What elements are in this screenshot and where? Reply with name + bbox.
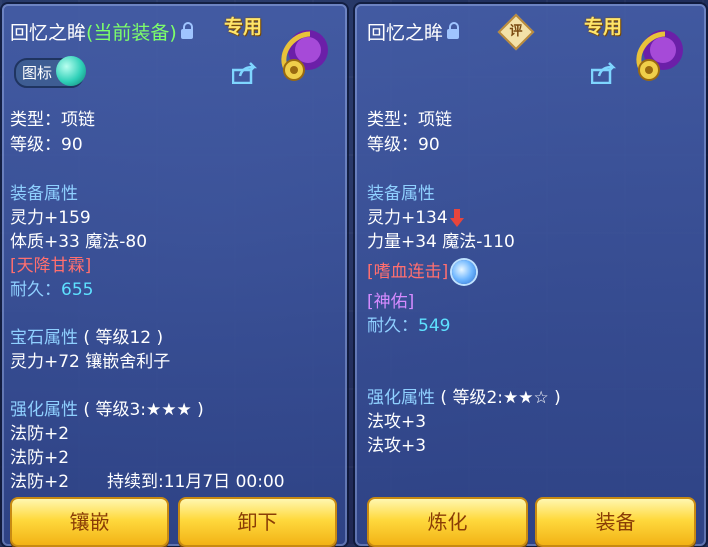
special-skill: [天降甘霖] [10, 256, 92, 276]
special-skill-1: [嗜血连击] [367, 262, 449, 282]
equip-attr-1-row: 灵力+134 [367, 203, 464, 228]
icon-toggle[interactable]: 图标 [14, 56, 87, 88]
equip-button[interactable]: 装备 [535, 497, 696, 547]
item-name: 回忆之眸 [367, 22, 444, 44]
enhance-attr-header: 强化属性 [367, 388, 435, 408]
enhance-attr-3: 法防+2 [10, 472, 70, 492]
durability: 耐久：655 [10, 275, 93, 300]
item-title: 回忆之眸 [367, 18, 460, 45]
current-item-tooltip: 回忆之眸(当前装备) 专用 图标 类型：项链 等级：90 装备属性 灵力+159… [2, 4, 347, 547]
gem-level: ( 等级12 ) [83, 328, 164, 348]
enhance-attr-header: 强化属性 [10, 400, 78, 420]
item-title: 回忆之眸(当前装备) [10, 18, 193, 45]
durability-label: 耐久： [367, 316, 418, 336]
equip-attr-1: 灵力+134 [367, 208, 448, 228]
equip-attr-2: 力量+34 魔法-110 [367, 232, 515, 252]
decrease-arrow-icon [449, 209, 464, 227]
enhance-level: ( 等级2:★★☆ ) [440, 388, 561, 408]
rate-button[interactable]: 评 [497, 13, 535, 51]
equip-attr-1: 灵力+159 [10, 208, 91, 228]
share-icon[interactable] [591, 62, 617, 84]
compare-item-tooltip: 回忆之眸 评 专用 类型：项链 等级：90 装备属性 灵力+134 力量+34 … [355, 4, 706, 547]
enhance-attr-row: 强化属性 ( 等级3:★★★ ) [10, 395, 204, 420]
icon-toggle-label: 图标 [22, 64, 53, 82]
durability-value: 549 [418, 316, 451, 336]
special-skill-1-row: [嗜血连击] [367, 257, 477, 284]
gem-attr: 灵力+72 镶嵌舍利子 [10, 352, 171, 372]
enhance-attr-row: 强化属性 ( 等级2:★★☆ ) [367, 383, 561, 408]
item-level: 等级：90 [367, 135, 440, 155]
enhance-level: ( 等级3:★★★ ) [83, 400, 204, 420]
special-skill-2: [神佑] [367, 292, 415, 312]
item-name: 回忆之眸 [10, 22, 87, 44]
necklace-icon [636, 30, 683, 81]
item-type: 类型：项链 [367, 110, 452, 130]
unequip-button[interactable]: 卸下 [178, 497, 337, 547]
durability: 耐久：549 [367, 311, 450, 336]
enhance-attr-2: 法防+2 [10, 448, 70, 468]
equip-attr-header: 装备属性 [10, 184, 78, 204]
rate-label: 评 [509, 24, 523, 39]
enhance-attr-1: 法攻+3 [367, 412, 427, 432]
enhance-attr-1: 法防+2 [10, 424, 70, 444]
equip-attr-header: 装备属性 [367, 184, 435, 204]
item-level: 等级：90 [10, 135, 83, 155]
share-icon[interactable] [232, 62, 258, 84]
enhance-attr-2: 法攻+3 [367, 436, 427, 456]
skill-swirl-icon[interactable] [452, 260, 477, 284]
gem-attr-row: 宝石属性 ( 等级12 ) [10, 323, 163, 348]
gem-attr-header: 宝石属性 [10, 328, 78, 348]
inlay-button[interactable]: 镶嵌 [10, 497, 169, 547]
necklace-icon [281, 30, 328, 81]
dedicated-label: 专用 [224, 16, 263, 38]
toggle-knob [56, 56, 87, 86]
durability-label: 耐久： [10, 280, 61, 300]
refine-button[interactable]: 炼化 [367, 497, 528, 547]
lock-icon [180, 21, 193, 39]
lock-icon [447, 21, 460, 39]
durability-value: 655 [61, 280, 94, 300]
item-type: 类型：项链 [10, 110, 95, 130]
dedicated-label: 专用 [584, 16, 623, 38]
enhance-duration: 持续到:11月7日 00:00 [107, 472, 285, 492]
equipped-status: (当前装备) [86, 22, 177, 44]
equip-attr-2: 体质+33 魔法-80 [10, 232, 148, 252]
